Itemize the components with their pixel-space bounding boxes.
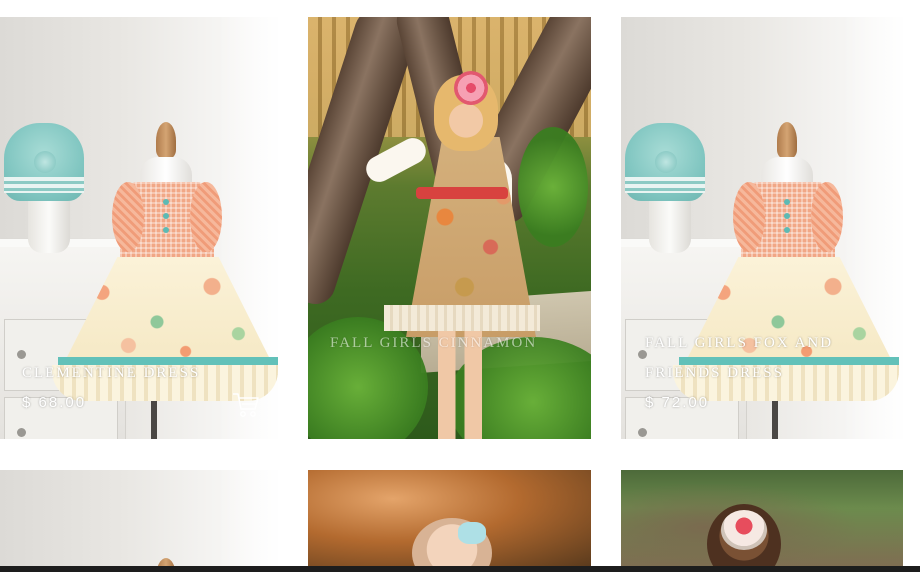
product-photo[interactable] (621, 470, 903, 566)
product-name[interactable]: Fall Girls Fox and Friends Dress (645, 328, 845, 388)
product-name[interactable]: Clementine Dress (22, 358, 242, 388)
product-card-clementine[interactable]: Clementine Dress $ 68.00 (0, 17, 278, 439)
product-name[interactable]: Fall Girls Cinnamon (330, 328, 570, 358)
shopping-cart-icon[interactable] (232, 390, 260, 420)
product-price: $ 68.00 (22, 394, 87, 411)
product-card-row2-2[interactable] (308, 470, 591, 566)
product-price: $ 72.00 (645, 394, 710, 411)
product-photo[interactable] (308, 470, 591, 566)
product-card-fox-and-friends[interactable]: Fall Girls Fox and Friends Dress $ 72.00 (621, 17, 903, 439)
product-card-row2-1[interactable] (0, 470, 278, 566)
product-photo[interactable] (308, 17, 591, 439)
product-card-row2-3[interactable] (621, 470, 903, 566)
product-card-cinnamon[interactable]: Fall Girls Cinnamon (308, 17, 591, 439)
bottom-bar (0, 566, 920, 572)
product-photo[interactable] (0, 470, 278, 566)
